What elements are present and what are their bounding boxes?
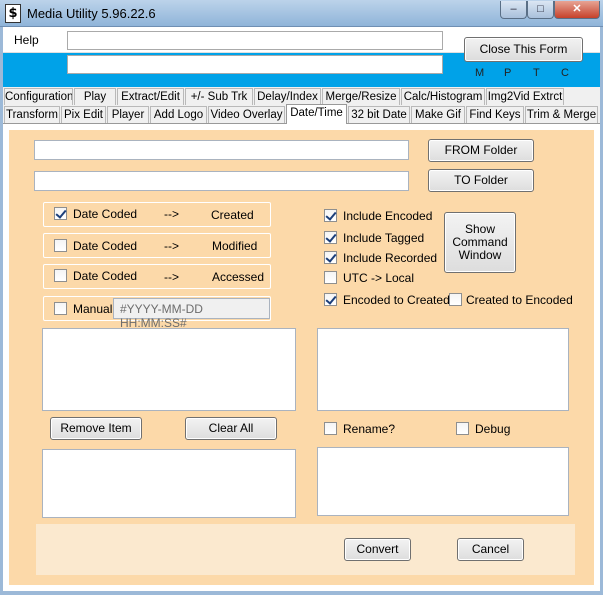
tab-extract-edit[interactable]: Extract/Edit xyxy=(117,88,184,105)
app-icon[interactable]: $ xyxy=(5,4,21,23)
convert-button[interactable]: Convert xyxy=(344,538,411,561)
show-cmd-line-3: Window xyxy=(458,248,502,262)
include-recorded-label: Include Recorded xyxy=(343,251,438,265)
mptc-label-t[interactable]: T xyxy=(533,67,540,79)
created-to-encoded-label: Created to Encoded xyxy=(466,293,573,307)
tab-sub-trk[interactable]: +/- Sub Trk xyxy=(185,88,253,105)
manual-label: Manual xyxy=(73,302,113,316)
mapping-accessed-target: Accessed xyxy=(212,270,265,284)
tab-img2vid-extrct[interactable]: Img2Vid Extrct xyxy=(486,88,564,105)
clear-all-button[interactable]: Clear All xyxy=(185,417,277,440)
log-box-right[interactable] xyxy=(317,447,569,516)
mptc-label-p[interactable]: P xyxy=(504,67,511,79)
tab-pix-edit[interactable]: Pix Edit xyxy=(61,106,106,123)
tab-player[interactable]: Player xyxy=(107,106,149,123)
mapping-modified-target: Modified xyxy=(212,239,258,253)
mptc-label-c[interactable]: C xyxy=(561,67,569,79)
encoded-to-created-checkbox[interactable] xyxy=(324,293,337,306)
tab-merge-resize[interactable]: Merge/Resize xyxy=(322,88,400,105)
tab-delay-index[interactable]: Delay/Index xyxy=(254,88,321,105)
mapping-created-arrow: --> xyxy=(164,207,179,221)
minimize-button[interactable]: – xyxy=(500,1,527,19)
created-to-encoded-checkbox[interactable] xyxy=(449,293,462,306)
tab-date-time[interactable]: Date/Time xyxy=(286,104,347,124)
mapping-modified-source: Date Coded xyxy=(73,239,138,253)
mapping-modified-checkbox[interactable] xyxy=(54,239,67,252)
mapping-created-checkbox[interactable] xyxy=(54,207,67,220)
window-title: Media Utility 5.96.22.6 xyxy=(27,6,156,21)
close-window-button[interactable]: ✕ xyxy=(554,1,600,19)
debug-checkbox[interactable] xyxy=(456,422,469,435)
from-folder-button[interactable]: FROM Folder xyxy=(428,139,534,162)
from-folder-input[interactable] xyxy=(34,140,409,160)
include-recorded-checkbox[interactable] xyxy=(324,251,337,264)
tab-make-gif[interactable]: Make Gif xyxy=(411,106,465,123)
include-tagged-checkbox[interactable] xyxy=(324,231,337,244)
tab-calc-histogram[interactable]: Calc/Histogram xyxy=(401,88,485,105)
tab-add-logo[interactable]: Add Logo xyxy=(150,106,207,123)
utc-to-local-label: UTC -> Local xyxy=(343,271,415,285)
to-folder-button[interactable]: TO Folder xyxy=(428,169,534,192)
log-box-left[interactable] xyxy=(42,449,296,518)
show-command-window-button[interactable]: Show Command Window xyxy=(444,212,516,273)
mapping-modified-arrow: --> xyxy=(164,239,179,253)
encoded-to-created-label: Encoded to Created xyxy=(343,293,450,307)
include-tagged-label: Include Tagged xyxy=(343,231,425,245)
include-encoded-checkbox[interactable] xyxy=(324,209,337,222)
include-encoded-label: Include Encoded xyxy=(343,209,433,223)
rename-checkbox[interactable] xyxy=(324,422,337,435)
debug-label: Debug xyxy=(475,422,511,436)
status-field-2[interactable] xyxy=(67,55,443,74)
tab-video-overlay[interactable]: Video Overlay xyxy=(208,106,285,123)
rename-label: Rename? xyxy=(343,422,396,436)
status-field-1[interactable] xyxy=(67,31,443,50)
utc-to-local-checkbox[interactable] xyxy=(324,271,337,284)
tab-find-keys[interactable]: Find Keys xyxy=(466,106,524,123)
mptc-label-m[interactable]: M xyxy=(475,67,484,79)
file-list-left[interactable] xyxy=(42,328,296,411)
mapping-created-target: Created xyxy=(211,208,254,222)
mapping-accessed-arrow: --> xyxy=(164,270,179,284)
cancel-button[interactable]: Cancel xyxy=(457,538,524,561)
tab-32-bit-date[interactable]: 32 bit Date xyxy=(348,106,410,123)
mapping-created-source: Date Coded xyxy=(73,207,138,221)
manual-datetime-input[interactable]: #YYYY-MM-DD HH:MM:SS# xyxy=(113,298,270,330)
window-frame-bottom xyxy=(0,591,603,595)
tab-configuration[interactable]: Configuration xyxy=(4,88,73,105)
tab-play[interactable]: Play xyxy=(74,88,116,105)
manual-checkbox[interactable] xyxy=(54,302,67,315)
mapping-accessed-source: Date Coded xyxy=(73,269,138,283)
maximize-button[interactable]: □ xyxy=(527,1,554,19)
mapping-accessed-checkbox[interactable] xyxy=(54,269,67,282)
to-folder-input[interactable] xyxy=(34,171,409,191)
tab-trim-merge[interactable]: Trim & Merge xyxy=(525,106,598,123)
menu-help[interactable]: Help xyxy=(14,33,39,47)
remove-item-button[interactable]: Remove Item xyxy=(50,417,142,440)
file-list-right[interactable] xyxy=(317,328,569,411)
tab-transform[interactable]: Transform xyxy=(4,106,60,123)
close-form-button[interactable]: Close This Form xyxy=(464,37,583,62)
